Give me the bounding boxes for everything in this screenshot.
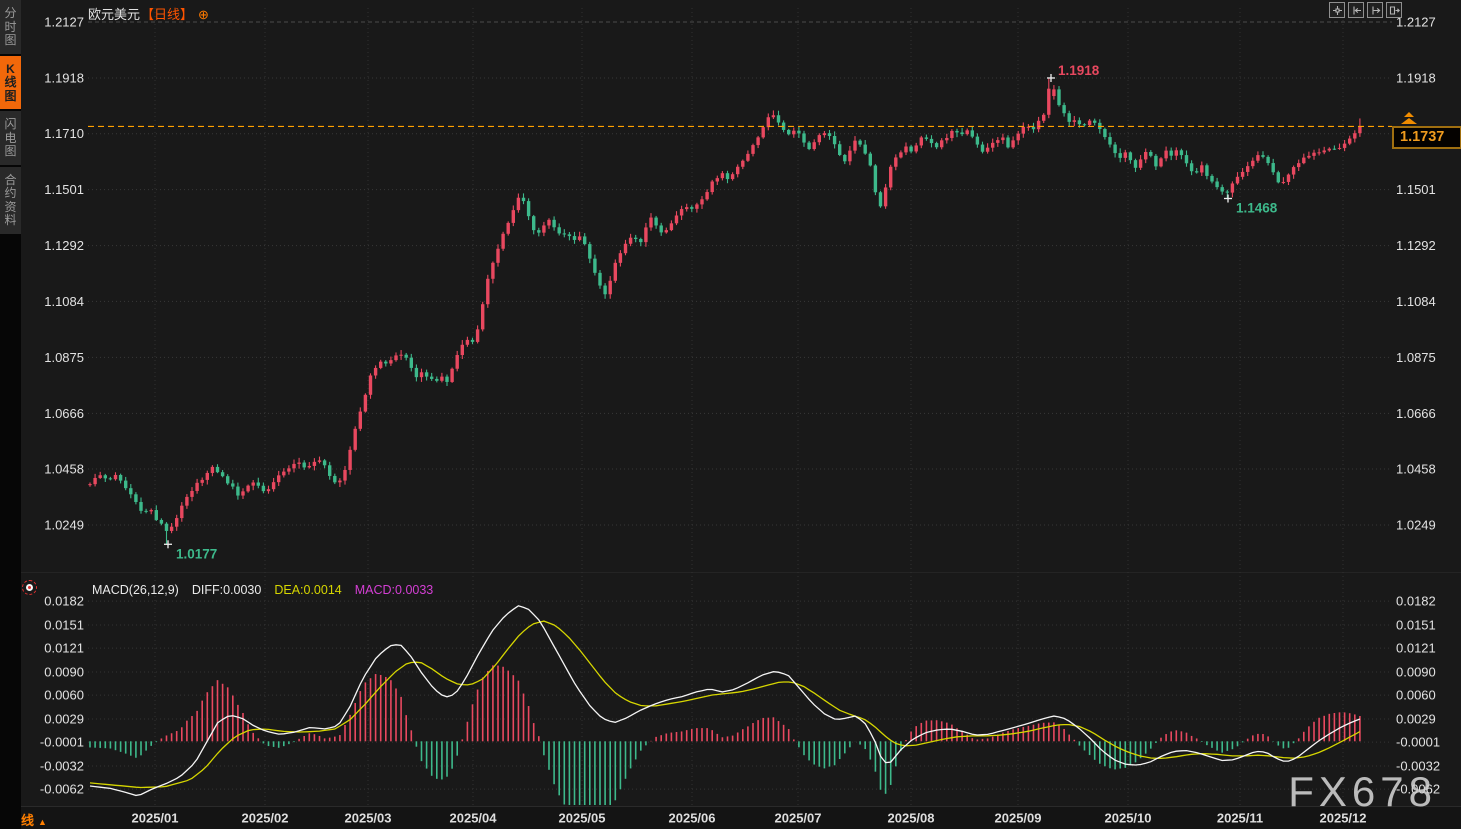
trading-app-window: 分时图K线图闪电图合约资料 欧元美元【日线】 ⊕ 2025/01 2025/02 20… <box>0 0 1461 829</box>
target-ring <box>26 584 33 591</box>
svg-text:1.0249: 1.0249 <box>44 518 84 533</box>
svg-text:2025/05: 2025/05 <box>559 811 606 826</box>
svg-text:0.0121: 0.0121 <box>44 641 84 656</box>
tab-flash-chart[interactable]: 闪电图 <box>0 111 21 165</box>
svg-text:1.2127: 1.2127 <box>44 15 84 30</box>
svg-text:2025/08: 2025/08 <box>888 811 935 826</box>
chart-title: 欧元美元【日线】 ⊕ <box>88 4 209 23</box>
current-price-box: 1.1737 <box>1392 126 1461 149</box>
svg-text:-0.0032: -0.0032 <box>40 758 84 773</box>
dropdown-arrow-icon: ▲ <box>38 817 47 827</box>
add-indicator-icon[interactable]: ⊕ <box>198 7 209 22</box>
svg-text:1.1468: 1.1468 <box>1236 201 1278 216</box>
svg-text:0.0121: 0.0121 <box>1396 641 1436 656</box>
price-up-arrow-base-icon <box>1401 118 1417 124</box>
tab-kline-chart[interactable]: K线图 <box>0 56 21 110</box>
macd-value-label: MACD:0.0033 <box>355 583 434 597</box>
sidebar: 分时图K线图闪电图合约资料 <box>0 0 21 829</box>
svg-text:2025/11: 2025/11 <box>1217 811 1263 826</box>
diff-line <box>90 606 1360 796</box>
pan-right-icon[interactable] <box>1386 2 1402 18</box>
svg-text:2025/10: 2025/10 <box>1105 811 1152 826</box>
svg-text:2025/04: 2025/04 <box>450 811 498 826</box>
svg-text:1.0177: 1.0177 <box>176 546 217 561</box>
svg-text:2025/03: 2025/03 <box>345 811 392 826</box>
period-tag: 【日线】 <box>141 7 193 22</box>
svg-text:0.0029: 0.0029 <box>44 711 84 726</box>
svg-text:1.1084: 1.1084 <box>44 294 84 309</box>
svg-text:-0.0001: -0.0001 <box>1396 735 1440 750</box>
svg-text:1.1918: 1.1918 <box>44 70 84 85</box>
svg-text:1.1501: 1.1501 <box>44 182 84 197</box>
svg-text:1.0666: 1.0666 <box>1396 406 1436 421</box>
candles-layer <box>88 78 1361 544</box>
svg-text:0.0151: 0.0151 <box>1396 617 1436 632</box>
svg-text:0.0060: 0.0060 <box>1396 688 1436 703</box>
svg-text:2025/07: 2025/07 <box>775 811 822 826</box>
svg-text:1.1292: 1.1292 <box>1396 238 1436 253</box>
svg-text:0.0060: 0.0060 <box>44 688 84 703</box>
svg-text:1.1710: 1.1710 <box>44 126 84 141</box>
dea-value-label: DEA:0.0014 <box>274 583 341 597</box>
chart-canvas[interactable]: 2025/01 2025/02 2025/03 2025/04 2025/05 2025/… <box>0 0 1461 829</box>
grid-layer: 2025/01 2025/02 2025/03 2025/04 2025/05 2025/… <box>40 8 1440 826</box>
svg-text:1.1918: 1.1918 <box>1396 70 1436 85</box>
svg-text:1.0249: 1.0249 <box>1396 518 1436 533</box>
svg-text:2025/09: 2025/09 <box>995 811 1042 826</box>
svg-text:1.0666: 1.0666 <box>44 406 84 421</box>
watermark: FX678 <box>1288 768 1437 816</box>
indicator-target-icon[interactable] <box>22 580 37 595</box>
svg-text:2025/01: 2025/01 <box>132 811 179 826</box>
macd-legend: MACD(26,12,9) DIFF:0.0030 DEA:0.0014 MAC… <box>92 583 433 597</box>
tab-contract-info[interactable]: 合约资料 <box>0 167 21 234</box>
chart-toolbar <box>1329 2 1402 18</box>
tab-minute-chart[interactable]: 分时图 <box>0 0 21 54</box>
svg-text:1.1918: 1.1918 <box>1058 63 1100 78</box>
price-up-arrow-icon <box>1404 112 1414 117</box>
target-dot <box>28 586 31 589</box>
symbol-name: 欧元美元 <box>88 7 140 22</box>
diff-value-label: DIFF:0.0030 <box>192 583 261 597</box>
svg-text:2025/02: 2025/02 <box>242 811 289 826</box>
macd-layer <box>90 606 1360 805</box>
svg-text:0.0182: 0.0182 <box>1396 594 1436 609</box>
svg-text:-0.0062: -0.0062 <box>40 782 84 797</box>
zoom-out-x-icon[interactable] <box>1367 2 1383 18</box>
svg-text:1.1292: 1.1292 <box>44 238 84 253</box>
svg-text:2025/06: 2025/06 <box>669 811 716 826</box>
svg-text:1.0875: 1.0875 <box>1396 350 1436 365</box>
zoom-in-x-icon[interactable] <box>1348 2 1364 18</box>
svg-text:0.0029: 0.0029 <box>1396 711 1436 726</box>
svg-text:1.0458: 1.0458 <box>44 462 84 477</box>
svg-text:1.1501: 1.1501 <box>1396 182 1436 197</box>
crosshair-icon[interactable] <box>1329 2 1345 18</box>
svg-text:0.0090: 0.0090 <box>44 664 84 679</box>
svg-text:1.0458: 1.0458 <box>1396 462 1436 477</box>
svg-text:0.0090: 0.0090 <box>1396 664 1436 679</box>
macd-params-label: MACD(26,12,9) <box>92 583 179 597</box>
svg-text:-0.0001: -0.0001 <box>40 735 84 750</box>
svg-text:1.0875: 1.0875 <box>44 350 84 365</box>
svg-text:0.0151: 0.0151 <box>44 617 84 632</box>
svg-text:0.0182: 0.0182 <box>44 594 84 609</box>
svg-text:1.1084: 1.1084 <box>1396 294 1436 309</box>
dea-line <box>90 621 1360 787</box>
